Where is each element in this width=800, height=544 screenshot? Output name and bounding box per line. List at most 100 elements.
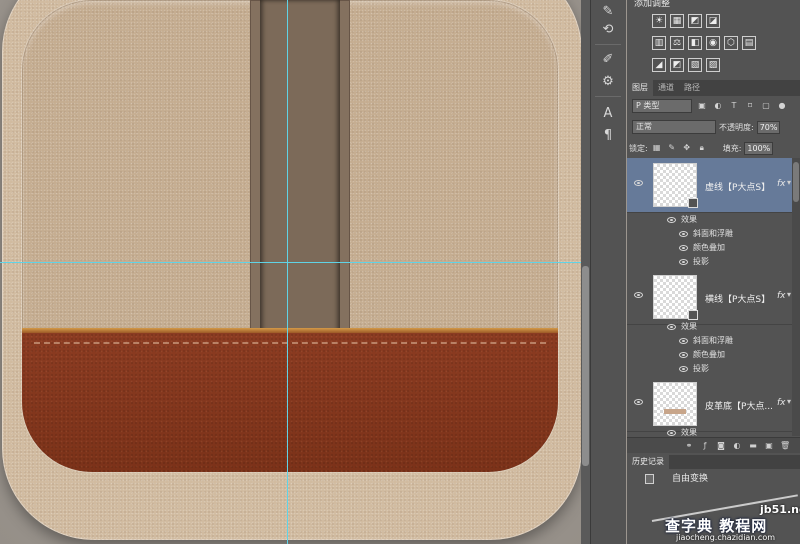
folder-icon[interactable]: ▬ xyxy=(748,441,758,451)
vertical-strap xyxy=(250,0,350,370)
adjustments-row-1: ☀ ▦ ◩ ◪ xyxy=(652,14,720,28)
link-icon[interactable]: ⚭ xyxy=(684,441,694,451)
leather-band xyxy=(22,328,558,472)
effects-label: 效果 xyxy=(667,320,697,334)
adjustments-row-3: ◢ ◩ ▧ ▨ xyxy=(652,58,720,72)
fx-icon[interactable]: fx xyxy=(777,179,786,189)
invert-icon[interactable]: ◢ xyxy=(652,58,666,72)
lock-all-icon[interactable]: 🔒︎ xyxy=(696,142,708,154)
color-balance-icon[interactable]: ⚖ xyxy=(670,36,684,50)
fill-label: 填充: xyxy=(722,143,742,153)
rotate-icon[interactable]: ⟲ xyxy=(597,20,619,40)
type-filter-icon[interactable]: T xyxy=(728,100,740,112)
paragraph-icon[interactable]: ¶ xyxy=(597,126,619,146)
strap-inset xyxy=(260,0,340,362)
canvas[interactable] xyxy=(0,0,590,544)
layer-thumbnail xyxy=(653,382,697,426)
layer-row[interactable]: 横线【P大点S】 fx ▾ xyxy=(627,270,792,325)
adjustments-row-2: ▥ ⚖ ◧ ◉ ⬡ ▤ xyxy=(652,36,756,50)
effect-item[interactable]: 颜色叠加 xyxy=(679,348,725,362)
tab-layers[interactable]: 图层 xyxy=(627,80,653,96)
visibility-eye-icon[interactable] xyxy=(634,399,643,405)
visibility-eye-icon[interactable] xyxy=(679,366,688,372)
vertical-guide[interactable] xyxy=(287,0,288,544)
vibrance-icon[interactable]: ▥ xyxy=(652,36,666,50)
visibility-eye-icon[interactable] xyxy=(667,217,676,223)
lock-transparent-icon[interactable]: ▦ xyxy=(651,142,663,154)
lock-label: 锁定: xyxy=(629,143,648,153)
photo-filter-icon[interactable]: ◉ xyxy=(706,36,720,50)
fx-add-icon[interactable]: ƒ xyxy=(700,441,710,451)
fx-icon[interactable]: fx xyxy=(777,291,786,301)
adjustment-layer-icon[interactable]: ◐ xyxy=(732,441,742,451)
layers-scrollbar[interactable] xyxy=(792,158,800,436)
effects-label: 效果 xyxy=(667,213,697,227)
smart-object-filter-icon[interactable]: ▢ xyxy=(760,100,772,112)
opacity-field[interactable]: 70% xyxy=(756,120,781,134)
layer-row[interactable]: 皮革底【P大点... fx ▾ xyxy=(627,377,792,432)
expand-arrow-icon[interactable]: ▾ xyxy=(787,290,791,299)
expand-arrow-icon[interactable]: ▾ xyxy=(787,397,791,406)
lock-move-icon[interactable]: ✥ xyxy=(681,142,693,154)
new-layer-icon[interactable]: ▣ xyxy=(764,441,774,451)
history-state-icon xyxy=(645,474,654,484)
layers-tabs: 图层 通道 路径 xyxy=(627,80,800,96)
tab-paths[interactable]: 路径 xyxy=(679,80,705,96)
visibility-eye-icon[interactable] xyxy=(634,180,643,186)
fill-field[interactable]: 100% xyxy=(744,141,774,155)
tab-history[interactable]: 历史记录 xyxy=(627,455,669,469)
layer-thumbnail xyxy=(653,163,698,208)
canvas-scrollbar[interactable] xyxy=(581,0,590,544)
adjust-icon[interactable]: ⚙ xyxy=(597,72,619,92)
lock-brush-icon[interactable]: ✎ xyxy=(666,142,678,154)
trash-icon[interactable]: 🗑︎ xyxy=(780,441,790,451)
canvas-scroll-thumb[interactable] xyxy=(582,266,589,466)
tab-channels[interactable]: 通道 xyxy=(653,80,679,96)
color-lookup-icon[interactable]: ▤ xyxy=(742,36,756,50)
brush-settings-icon[interactable]: ✐ xyxy=(597,50,619,70)
effect-item[interactable]: 颜色叠加 xyxy=(679,241,725,255)
horizontal-guide[interactable] xyxy=(0,262,590,263)
mask-icon[interactable]: ◙ xyxy=(716,441,726,451)
pixel-filter-icon[interactable]: ▣ xyxy=(696,100,708,112)
tool-strip: ✎ ⟲ ✐ ⚙ A ¶ xyxy=(590,0,626,544)
layer-row[interactable]: 虚线【P大点S】 fx ▾ xyxy=(627,158,792,213)
channel-mixer-icon[interactable]: ⬡ xyxy=(724,36,738,50)
effect-item[interactable]: 斜面和浮雕 xyxy=(679,334,733,348)
effect-item[interactable]: 斜面和浮雕 xyxy=(679,227,733,241)
levels-icon[interactable]: ▦ xyxy=(670,14,684,28)
layer-name: 皮革底【P大点... xyxy=(705,402,774,412)
filter-toggle-icon[interactable]: ● xyxy=(776,100,788,112)
visibility-eye-icon[interactable] xyxy=(679,231,688,237)
history-item[interactable]: 自由变换 xyxy=(627,471,800,487)
gradient-map-icon[interactable]: ▨ xyxy=(706,58,720,72)
layer-filter-select[interactable]: P 类型 xyxy=(632,99,692,113)
adjustment-filter-icon[interactable]: ◐ xyxy=(712,100,724,112)
blend-row: 正常 不透明度: 70% xyxy=(632,119,797,135)
fx-icon[interactable]: fx xyxy=(777,398,786,408)
visibility-eye-icon[interactable] xyxy=(679,245,688,251)
black-white-icon[interactable]: ◧ xyxy=(688,36,702,50)
visibility-eye-icon[interactable] xyxy=(679,259,688,265)
layers-list: 虚线【P大点S】 fx ▾ 效果 斜面和浮雕 颜色叠加 投影 横线【P大点S】 … xyxy=(627,158,792,436)
visibility-eye-icon[interactable] xyxy=(667,324,676,330)
shape-filter-icon[interactable]: ⌑ xyxy=(744,100,756,112)
brightness-icon[interactable]: ☀ xyxy=(652,14,666,28)
icon-inner-panel xyxy=(22,0,558,472)
visibility-eye-icon[interactable] xyxy=(667,430,676,436)
history-brush-icon[interactable]: ✎ xyxy=(597,2,619,22)
blend-mode-select[interactable]: 正常 xyxy=(632,120,716,134)
exposure-icon[interactable]: ◪ xyxy=(706,14,720,28)
expand-arrow-icon[interactable]: ▾ xyxy=(787,178,791,187)
layer-filter-row: P 类型 ▣ ◐ T ⌑ ▢ ● xyxy=(632,98,797,114)
effect-item[interactable]: 投影 xyxy=(679,362,709,376)
curves-icon[interactable]: ◩ xyxy=(688,14,702,28)
threshold-icon[interactable]: ▧ xyxy=(688,58,702,72)
text-icon[interactable]: A xyxy=(597,104,619,124)
effect-item[interactable]: 投影 xyxy=(679,255,709,269)
visibility-eye-icon[interactable] xyxy=(679,352,688,358)
visibility-eye-icon[interactable] xyxy=(679,338,688,344)
layer-name: 横线【P大点S】 xyxy=(705,295,771,305)
posterize-icon[interactable]: ◩ xyxy=(670,58,684,72)
visibility-eye-icon[interactable] xyxy=(634,292,643,298)
